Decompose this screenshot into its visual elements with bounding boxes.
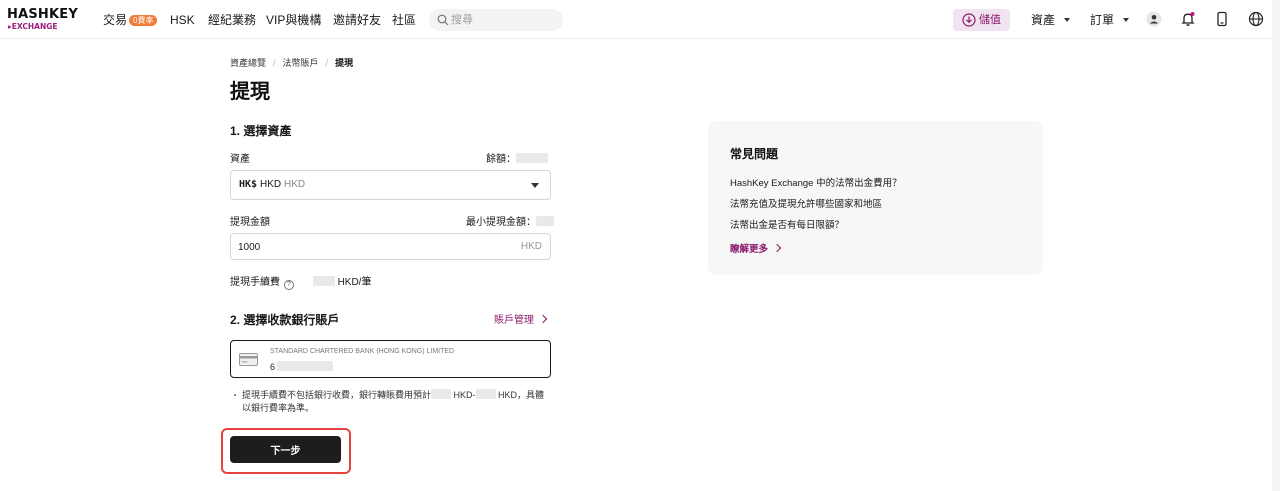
nav-item-label: 交易 bbox=[103, 13, 128, 27]
page-title: 提現 bbox=[230, 81, 270, 103]
faq-title: 常見問題 bbox=[730, 147, 779, 161]
hkd-currency-icon: HK$ bbox=[239, 179, 258, 190]
breadcrumb: 資產總覽 / 法幣賬戶 / 提現 bbox=[230, 57, 353, 69]
hashkey-logo[interactable]: HASHKEY ▸EXCHANGE bbox=[7, 8, 79, 32]
faq-question-fee[interactable]: HashKey Exchange 中的法幣出金費用？ bbox=[730, 178, 902, 190]
nav-item-community[interactable]: 社區 bbox=[392, 12, 416, 28]
chevron-down-icon bbox=[531, 183, 539, 188]
account-number-redacted bbox=[277, 361, 334, 371]
deposit-button[interactable]: 儲值 bbox=[953, 9, 1010, 31]
faq-question-daily-limit[interactable]: 法幣出金是否有每日限額？ bbox=[730, 220, 844, 232]
bank-name: STANDARD CHARTERED BANK (HONG KONG) LIMI… bbox=[270, 348, 455, 355]
logo-bottom-text: ▸EXCHANGE bbox=[8, 22, 58, 31]
chevron-down-icon bbox=[1064, 18, 1071, 22]
search-icon bbox=[437, 14, 449, 26]
account-prefix: 6 bbox=[270, 362, 276, 372]
chevron-right-icon bbox=[772, 243, 782, 253]
note-text-part2: HKD- bbox=[453, 390, 476, 400]
asset-label: 資產 bbox=[230, 154, 250, 165]
chevron-right-icon bbox=[538, 314, 548, 324]
min-amount-label: 最小提現金額： bbox=[466, 217, 536, 228]
nav-item-trade[interactable]: 交易 0費率 bbox=[103, 12, 158, 28]
orders-label: 訂單 bbox=[1090, 13, 1115, 27]
deposit-label: 儲值 bbox=[979, 14, 1001, 26]
language-globe-icon[interactable] bbox=[1248, 11, 1264, 27]
fee-label: 提現手續費 bbox=[230, 277, 280, 288]
nav-item-brokerage[interactable]: 經紀業務 bbox=[208, 12, 256, 28]
breadcrumb-asset-overview[interactable]: 資產總覽 bbox=[230, 58, 266, 68]
mobile-app-icon[interactable] bbox=[1214, 11, 1230, 27]
notification-bell-icon[interactable] bbox=[1180, 11, 1196, 27]
nav-item-invite[interactable]: 邀請好友 bbox=[333, 12, 381, 28]
min-amount-row: 最小提現金額： bbox=[466, 216, 554, 229]
learn-more-label: 瞭解更多 bbox=[730, 244, 769, 255]
asset-select[interactable]: HK$ HKD HKD bbox=[230, 170, 551, 200]
search-input[interactable] bbox=[451, 11, 551, 29]
search-box[interactable] bbox=[429, 9, 563, 31]
amount-input[interactable] bbox=[238, 239, 508, 255]
deposit-icon bbox=[962, 13, 976, 27]
chevron-down-icon bbox=[1123, 18, 1130, 22]
learn-more-link[interactable]: 瞭解更多 bbox=[730, 241, 782, 255]
fee-value-redacted bbox=[312, 276, 335, 286]
bullet-dot bbox=[234, 394, 236, 396]
bank-account-number: 6 bbox=[270, 361, 334, 372]
faq-question-regions[interactable]: 法幣充值及提現允許哪些國家和地區 bbox=[730, 199, 882, 211]
help-icon[interactable]: ? bbox=[284, 280, 294, 290]
fee-row: 提現手續費? HKD/筆 bbox=[230, 276, 371, 290]
step2-title: 2. 選擇收款銀行賬戶 bbox=[230, 313, 340, 327]
assets-dropdown[interactable]: 資產 bbox=[1031, 12, 1071, 28]
bank-fee-note: 提現手續費不包括銀行收費，銀行轉賬費用預計 HKD- HKD，具體以銀行費率為準… bbox=[230, 389, 552, 415]
user-avatar-icon[interactable] bbox=[1146, 11, 1162, 27]
min-amount-redacted bbox=[536, 216, 554, 226]
bank-account-select[interactable]: STANDARD CHARTERED BANK (HONG KONG) LIMI… bbox=[230, 340, 551, 378]
breadcrumb-fiat-account[interactable]: 法幣賬戶 bbox=[283, 58, 319, 68]
amount-field[interactable]: HKD bbox=[230, 233, 551, 260]
nav-item-vip[interactable]: VIP與機構 bbox=[266, 12, 321, 28]
amount-label: 提現金額 bbox=[230, 217, 270, 228]
fee-unit: HKD/筆 bbox=[337, 277, 372, 288]
balance-row: 餘額： bbox=[486, 153, 548, 166]
breadcrumb-separator: / bbox=[325, 58, 329, 68]
fee-max-redacted bbox=[475, 389, 496, 399]
breadcrumb-separator: / bbox=[273, 58, 276, 68]
zero-fee-badge: 0費率 bbox=[129, 15, 158, 26]
asset-name: HKD bbox=[284, 179, 306, 190]
asset-code: HKD bbox=[260, 179, 282, 190]
bank-card-icon bbox=[239, 353, 258, 366]
nav-item-hsk[interactable]: HSK bbox=[170, 12, 195, 28]
balance-label: 餘額： bbox=[486, 154, 516, 165]
top-nav: HASHKEY ▸EXCHANGE 交易 0費率 HSK 經紀業務 VIP與機構 … bbox=[0, 0, 1272, 39]
orders-dropdown[interactable]: 訂單 bbox=[1090, 12, 1130, 28]
account-management-link[interactable]: 賬戶管理 bbox=[494, 314, 548, 327]
next-step-button[interactable]: 下一步 bbox=[230, 436, 341, 463]
amount-unit: HKD bbox=[520, 241, 542, 252]
note-text-part1: 提現手續費不包括銀行收費，銀行轉賬費用預計 bbox=[242, 390, 432, 400]
assets-label: 資產 bbox=[1031, 13, 1056, 27]
page-scrollbar[interactable] bbox=[1272, 0, 1280, 491]
fee-min-redacted bbox=[431, 389, 452, 399]
step1-title: 1. 選擇資產 bbox=[230, 124, 292, 138]
faq-panel: 常見問題 HashKey Exchange 中的法幣出金費用？ 法幣充值及提現允… bbox=[708, 121, 1043, 275]
breadcrumb-current: 提現 bbox=[335, 58, 354, 68]
logo-top-text: HASHKEY bbox=[7, 7, 78, 22]
balance-value-redacted bbox=[516, 153, 548, 163]
account-management-label: 賬戶管理 bbox=[494, 315, 534, 326]
